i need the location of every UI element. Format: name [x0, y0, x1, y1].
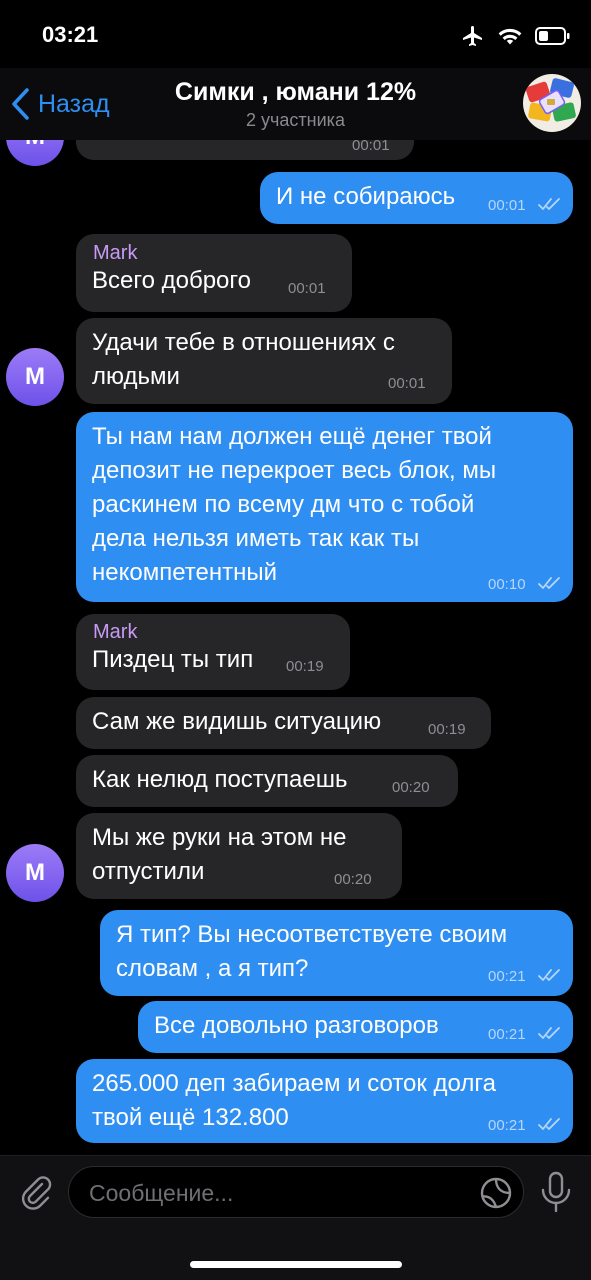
- sender-name[interactable]: Mark: [93, 621, 137, 644]
- message-bubble-incoming[interactable]: Mark Всего доброго 00:01: [76, 234, 352, 312]
- double-check-icon: [538, 969, 560, 981]
- message-text: Я тип? Вы несоответствуете своим: [116, 921, 508, 948]
- message-text: словам , а я тип?: [116, 955, 309, 982]
- message-time: 00:20: [334, 871, 372, 888]
- sim-cards-image: [523, 74, 581, 132]
- avatar[interactable]: M: [6, 844, 64, 902]
- message-time: 00:01: [388, 375, 426, 392]
- message-time: 00:19: [428, 721, 466, 738]
- message-text: Сам же видишь ситуацию: [92, 708, 382, 735]
- message-time: 00:21: [488, 1117, 526, 1134]
- sticker-icon[interactable]: [479, 1176, 513, 1210]
- message-time: 00:01: [488, 197, 526, 214]
- message-text: Как нелюд поступаешь: [92, 766, 348, 793]
- wifi-icon: [498, 28, 522, 45]
- composer-bar: Сообщение...: [0, 1155, 591, 1280]
- chat-title[interactable]: Симки , юмани 12%: [0, 78, 591, 107]
- double-check-icon: [538, 1027, 560, 1039]
- message-time: 00:19: [286, 658, 324, 675]
- message-bubble-incoming[interactable]: Мы же руки на этом не отпустили 00:20: [76, 813, 402, 899]
- chat-subtitle: 2 участника: [246, 110, 345, 130]
- avatar[interactable]: M: [6, 348, 64, 406]
- message-text: людьми: [92, 363, 180, 390]
- message-text: твой ещё 132.800: [92, 1104, 289, 1131]
- airplane-icon: [463, 26, 482, 46]
- message-text: депозит не перекроет весь блок, мы: [92, 457, 497, 484]
- message-input[interactable]: Сообщение...: [68, 1166, 524, 1218]
- message-time: 00:20: [392, 779, 430, 796]
- message-text: Все довольно разговоров: [154, 1012, 439, 1039]
- sender-name[interactable]: Mark: [93, 242, 137, 265]
- status-time: 03:21: [42, 22, 99, 47]
- message-text: 265.000 деп забираем и соток долга: [92, 1070, 496, 1097]
- message-time: 00:21: [488, 1026, 526, 1043]
- double-check-icon: [538, 198, 560, 210]
- message-text: Всего доброго: [92, 267, 251, 294]
- message-bubble-outgoing[interactable]: И не собираюсь 00:01: [260, 172, 573, 224]
- status-bar: 03:21: [0, 0, 591, 68]
- message-time: 00:10: [488, 576, 526, 593]
- message-bubble-outgoing[interactable]: 265.000 деп забираем и соток долга твой …: [76, 1059, 573, 1143]
- message-text: Ты нам нам должен ещё денег твой: [92, 423, 492, 450]
- microphone-icon[interactable]: [538, 1170, 574, 1214]
- message-bubble-incoming[interactable]: Сам же видишь ситуацию 00:19: [76, 697, 491, 749]
- message-input-placeholder: Сообщение...: [89, 1180, 234, 1206]
- home-indicator: [190, 1261, 402, 1268]
- message-bubble-outgoing[interactable]: Я тип? Вы несоответствуете своим словам …: [100, 910, 573, 996]
- message-time: 00:01: [288, 280, 326, 297]
- message-text: положение: [92, 140, 215, 148]
- message-time: 00:21: [488, 968, 526, 985]
- double-check-icon: [538, 577, 560, 589]
- message-text: некомпетентный: [92, 559, 277, 586]
- message-text: Мы же руки на этом не: [92, 824, 347, 851]
- message-bubble-incoming[interactable]: Mark Пиздец ты тип 00:19: [76, 614, 350, 690]
- group-avatar[interactable]: [523, 74, 581, 132]
- message-bubble-incoming[interactable]: Удачи тебе в отношениях с людьми 00:01: [76, 318, 452, 404]
- message-time: 00:01: [352, 140, 390, 154]
- message-bubble-outgoing[interactable]: Все довольно разговоров 00:21: [138, 1001, 573, 1053]
- chat-header: Назад Симки , юмани 12% 2 участника: [0, 68, 591, 140]
- double-check-icon: [538, 1118, 560, 1130]
- avatar[interactable]: M: [6, 140, 64, 166]
- message-text: Пиздец ты тип: [92, 646, 254, 673]
- message-bubble-outgoing[interactable]: Ты нам нам должен ещё денег твой депозит…: [76, 412, 573, 602]
- message-list[interactable]: M положение 00:01 И не собираюсь 00:01 M…: [0, 140, 591, 1155]
- battery-icon: [535, 27, 570, 45]
- message-text: отпустили: [92, 858, 205, 885]
- message-text: дела нельзя иметь так как ты: [92, 525, 420, 552]
- message-text: раскинем по всему дм что с тобой: [92, 491, 475, 518]
- status-icons: [461, 22, 571, 50]
- message-bubble-incoming[interactable]: положение 00:01: [76, 140, 414, 160]
- message-bubble-incoming[interactable]: Как нелюд поступаешь 00:20: [76, 755, 458, 807]
- attach-icon[interactable]: [16, 1172, 54, 1210]
- message-text: И не собираюсь: [276, 183, 456, 210]
- message-text: Удачи тебе в отношениях с: [92, 329, 395, 356]
